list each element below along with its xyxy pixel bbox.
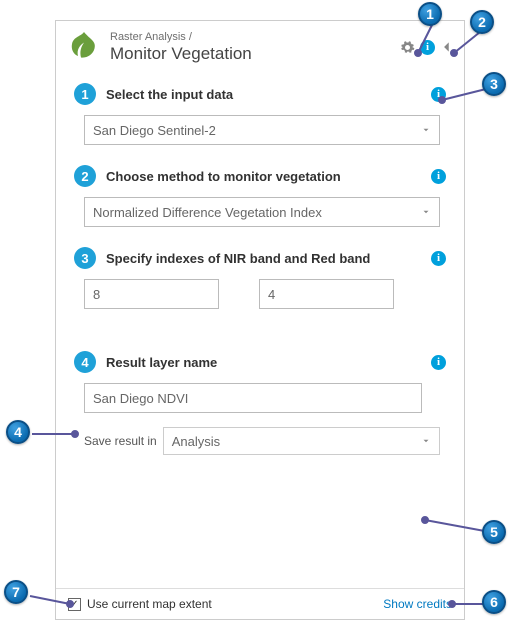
method-select[interactable]: Normalized Difference Vegetation Index <box>84 197 440 227</box>
info-icon[interactable]: i <box>431 251 446 266</box>
info-icon[interactable]: i <box>431 169 446 184</box>
info-icon[interactable]: i <box>420 40 435 55</box>
page-title: Monitor Vegetation <box>110 44 400 64</box>
panel-footer: ✓ Use current map extent Show credits <box>56 588 464 619</box>
info-icon[interactable]: i <box>431 87 446 102</box>
result-name-input[interactable]: San Diego NDVI <box>84 383 422 413</box>
extent-label: Use current map extent <box>87 597 212 611</box>
chevron-down-icon <box>421 123 431 138</box>
callout-5: 5 <box>482 520 508 546</box>
section-label: Specify indexes of NIR band and Red band <box>106 251 431 266</box>
select-value: Analysis <box>172 434 220 449</box>
select-value: Normalized Difference Vegetation Index <box>93 205 322 220</box>
extent-checkbox[interactable]: ✓ <box>68 598 81 611</box>
section-label: Select the input data <box>106 87 431 102</box>
leaf-icon <box>66 29 102 65</box>
chevron-down-icon <box>421 434 431 449</box>
panel-header: Raster Analysis / Monitor Vegetation i <box>56 21 464 69</box>
input-data-select[interactable]: San Diego Sentinel-2 <box>84 115 440 145</box>
step-badge: 1 <box>74 83 96 105</box>
section-bands: 3 Specify indexes of NIR band and Red ba… <box>56 239 464 309</box>
collapse-icon[interactable] <box>440 40 454 54</box>
section-label: Choose method to monitor vegetation <box>106 169 431 184</box>
section-label: Result layer name <box>106 355 431 370</box>
info-icon[interactable]: i <box>431 355 446 370</box>
callout-3: 3 <box>482 72 508 98</box>
callout-7: 7 <box>4 580 30 606</box>
analysis-panel: Raster Analysis / Monitor Vegetation i 1… <box>55 20 465 620</box>
select-value: San Diego Sentinel-2 <box>93 123 216 138</box>
step-badge: 4 <box>74 351 96 373</box>
save-in-select[interactable]: Analysis <box>163 427 440 455</box>
chevron-down-icon <box>421 205 431 220</box>
callout-1: 1 <box>418 2 444 28</box>
show-credits-link[interactable]: Show credits <box>383 597 452 611</box>
section-method: 2 Choose method to monitor vegetation i … <box>56 157 464 227</box>
breadcrumb[interactable]: Raster Analysis / <box>110 31 400 43</box>
callout-4: 4 <box>6 420 32 446</box>
step-badge: 2 <box>74 165 96 187</box>
gear-icon[interactable] <box>400 40 415 55</box>
save-in-label: Save result in <box>84 434 157 448</box>
red-band-input[interactable]: 4 <box>259 279 394 309</box>
section-result: 4 Result layer name i San Diego NDVI Sav… <box>56 343 464 455</box>
nir-band-input[interactable]: 8 <box>84 279 219 309</box>
callout-2: 2 <box>470 10 496 36</box>
callout-6: 6 <box>482 590 508 616</box>
step-badge: 3 <box>74 247 96 269</box>
section-input-data: 1 Select the input data i San Diego Sent… <box>56 75 464 145</box>
